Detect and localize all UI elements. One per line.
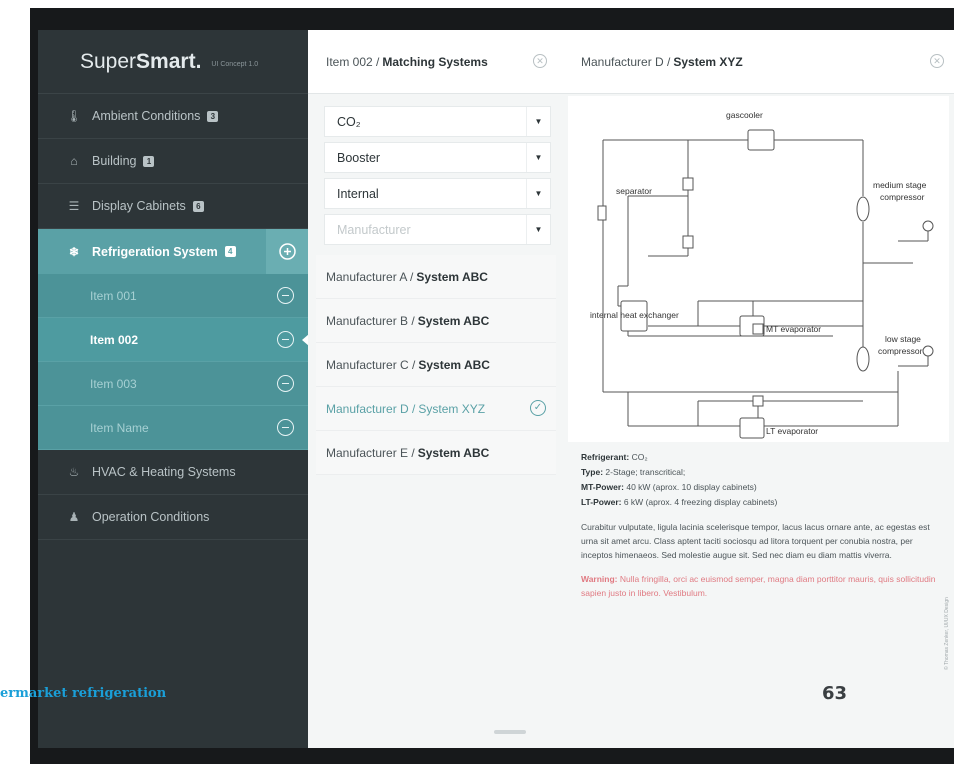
- scroll-handle[interactable]: [494, 730, 526, 734]
- remove-circle-icon[interactable]: [277, 419, 294, 436]
- app-version: UI Concept 1.0: [211, 61, 259, 68]
- sub-item-label: Item 002: [90, 332, 139, 347]
- sub-item-001[interactable]: Item 001: [38, 274, 308, 318]
- sub-item-label: Item Name: [90, 420, 149, 435]
- sidebar-item-operation-conditions[interactable]: ♟ Operation Conditions: [38, 495, 308, 540]
- remove-circle-icon[interactable]: [277, 375, 294, 392]
- dropdown-value: CO₂: [337, 114, 361, 129]
- panel-header: Item 002 / Matching Systems ✕: [308, 30, 563, 94]
- add-item-button[interactable]: [266, 229, 308, 274]
- plus-circle-icon: [278, 243, 296, 260]
- match-item[interactable]: Manufacturer B / System ABC: [316, 299, 556, 343]
- house-icon: ⌂: [70, 154, 78, 168]
- chevron-down-icon: ▼: [526, 107, 550, 136]
- page-number: 63: [822, 683, 848, 704]
- sidebar-item-label: Operation Conditions: [92, 510, 210, 524]
- app-logo: SuperSmart.: [80, 49, 202, 73]
- sidebar-item-refrigeration-system[interactable]: ❄ Refrigeration System 4: [38, 229, 308, 274]
- match-item[interactable]: Manufacturer C / System ABC: [316, 343, 556, 387]
- people-icon: ♟: [68, 510, 80, 524]
- sidebar-item-display-cabinets[interactable]: ☰ Display Cabinets 6: [38, 184, 308, 229]
- system-schematic: gascooler separator medium stage compres…: [568, 96, 949, 442]
- warning-text: Warning: Nulla fringilla, orci ac euismo…: [581, 574, 936, 598]
- sidebar-item-label: Refrigeration System: [92, 244, 218, 259]
- sidebar-item-ambient-conditions[interactable]: 🌡︎ Ambient Conditions 3: [38, 94, 308, 139]
- remove-circle-icon[interactable]: [277, 331, 294, 348]
- sub-item-003[interactable]: Item 003: [38, 362, 308, 406]
- chevron-down-icon: ▼: [526, 143, 550, 172]
- match-item[interactable]: Manufacturer E / System ABC: [316, 431, 556, 475]
- dropdown-placeholder: Manufacturer: [337, 222, 411, 237]
- mt-evaporator-label: MT evaporator: [766, 324, 821, 334]
- compressor-label: compressor: [880, 192, 925, 202]
- hvac-icon: ♨: [68, 465, 80, 479]
- sidebar-item-hvac[interactable]: ♨ HVAC & Heating Systems: [38, 450, 308, 495]
- sidebar-item-label: Display Cabinets: [92, 199, 186, 213]
- close-icon[interactable]: ✕: [533, 54, 547, 68]
- sidebar-item-building[interactable]: ⌂ Building 1: [38, 139, 308, 184]
- separator-label: separator: [616, 186, 652, 196]
- sidebar-item-label: HVAC & Heating Systems: [92, 465, 236, 479]
- compressor-label: compressor: [878, 346, 923, 356]
- panel-title: System XYZ: [673, 54, 743, 69]
- panel-title-prefix: Manufacturer D /: [581, 54, 671, 69]
- low-stage-label: low stage: [885, 334, 921, 344]
- sub-item-name-input[interactable]: Item Name: [38, 406, 308, 450]
- sidebar-item-label: Building: [92, 154, 137, 168]
- description-paragraph: Curabitur vulputate, ligula lacinia scel…: [581, 522, 930, 560]
- gascooler-label: gascooler: [726, 110, 763, 120]
- sub-item-002[interactable]: Item 002: [38, 318, 309, 362]
- schematic-svg: gascooler separator medium stage compres…: [590, 110, 934, 439]
- sub-item-label: Item 001: [90, 288, 137, 303]
- lt-power-line: LT-Power: 6 kW (aprox. 4 freezing displa…: [581, 497, 778, 507]
- refrigerant-dropdown[interactable]: CO₂ ▼: [324, 106, 551, 137]
- panel-header: Manufacturer D / System XYZ ✕: [563, 30, 954, 94]
- internal-heat-exchanger-label: internal heat exchanger: [590, 310, 679, 320]
- system-details: Refrigerant: CO₂ Type: 2-Stage; transcri…: [581, 450, 946, 600]
- count-badge: 3: [207, 110, 219, 122]
- manufacturer-dropdown[interactable]: Manufacturer ▼: [324, 214, 551, 245]
- system-detail-panel: Manufacturer D / System XYZ ✕ gascooler …: [563, 30, 954, 748]
- dropdown-value: Booster: [337, 150, 381, 165]
- panel-title: Matching Systems: [382, 54, 488, 69]
- remove-circle-icon[interactable]: [277, 287, 294, 304]
- close-icon[interactable]: ✕: [930, 54, 944, 68]
- match-item-selected[interactable]: Manufacturer D / System XYZ ✓: [316, 387, 556, 431]
- sidebar-item-label: Ambient Conditions: [92, 109, 201, 123]
- count-badge: 1: [143, 155, 155, 167]
- check-circle-icon: ✓: [530, 400, 546, 416]
- dropdown-value: Internal: [337, 186, 379, 201]
- thermometer-icon: 🌡︎: [66, 109, 82, 123]
- refrigerant-line: Refrigerant: CO₂: [581, 452, 648, 462]
- type-line: Type: 2-Stage; transcritical;: [581, 467, 686, 477]
- chevron-down-icon: ▼: [526, 215, 550, 244]
- system-type-dropdown[interactable]: Booster ▼: [324, 142, 551, 173]
- medium-stage-label: medium stage: [873, 180, 927, 190]
- snowflake-icon: ❄: [68, 244, 80, 259]
- sidebar: SuperSmart. UI Concept 1.0 🌡︎ Ambient Co…: [38, 30, 309, 748]
- panel-title-prefix: Item 002 /: [326, 54, 380, 69]
- count-badge: 4: [224, 246, 236, 257]
- match-item[interactable]: Manufacturer A / System ABC: [316, 255, 556, 299]
- brand-header: SuperSmart. UI Concept 1.0: [38, 30, 308, 94]
- count-badge: 6: [192, 200, 204, 212]
- chevron-down-icon: ▼: [526, 179, 550, 208]
- book-footer-title: ermarket refrigeration: [0, 686, 167, 701]
- lt-evaporator-label: LT evaporator: [766, 426, 818, 436]
- sub-item-label: Item 003: [90, 376, 137, 391]
- cabinet-icon: ☰: [68, 199, 80, 213]
- matching-systems-panel: Item 002 / Matching Systems ✕ CO₂ ▼ Boos…: [308, 30, 563, 748]
- mt-power-line: MT-Power: 40 kW (aprox. 10 display cabin…: [581, 482, 757, 492]
- heat-exchanger-dropdown[interactable]: Internal ▼: [324, 178, 551, 209]
